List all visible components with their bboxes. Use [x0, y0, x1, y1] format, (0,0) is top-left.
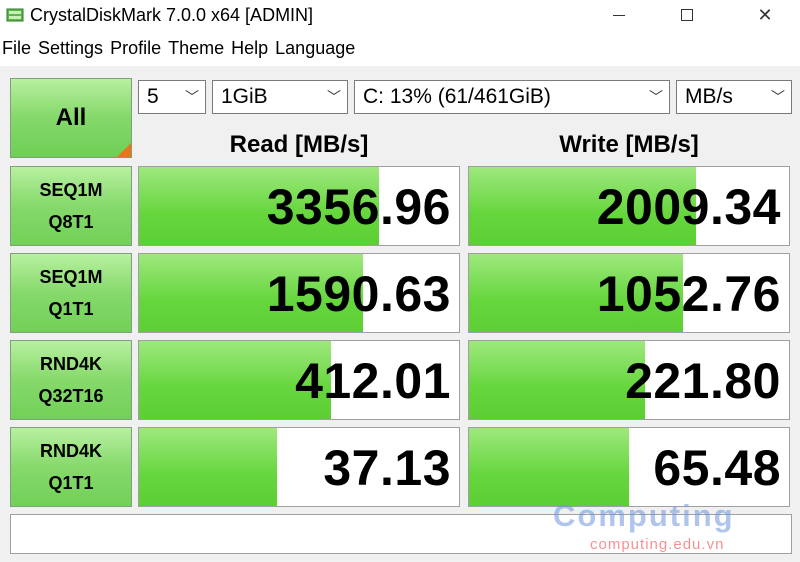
minimize-icon: [613, 14, 625, 16]
test-name: SEQ1M: [39, 267, 103, 287]
window-title: CrystalDiskMark 7.0.0 x64 [ADMIN]: [30, 5, 314, 25]
test-params: Q1T1: [48, 473, 94, 493]
test-button-rnd4k-q32t16[interactable]: RND4K Q32T16: [10, 340, 132, 420]
drive-value: C: 13% (61/461GiB): [363, 85, 551, 108]
test-count-value: 5: [147, 85, 159, 108]
chevron-down-icon: ﹀: [771, 89, 785, 105]
menu-theme[interactable]: Theme: [166, 34, 226, 62]
write-value: 2009.34: [596, 179, 781, 235]
menu-help[interactable]: Help: [229, 34, 270, 62]
minimize-button[interactable]: [596, 0, 642, 30]
read-result: 3356.96: [138, 166, 460, 246]
unit-value: MB/s: [685, 85, 733, 108]
all-button[interactable]: All: [10, 78, 132, 158]
watermark-url: computing.edu.vn: [590, 536, 725, 553]
drive-select[interactable]: C: 13% (61/461GiB) ﹀: [354, 80, 670, 114]
title-bar: CrystalDiskMark 7.0.0 x64 [ADMIN] ✕: [0, 0, 800, 32]
write-value: 65.48: [653, 440, 781, 496]
chevron-down-icon: ﹀: [185, 89, 199, 105]
test-size-select[interactable]: 1GiB ﹀: [212, 80, 348, 114]
read-result: 37.13: [138, 427, 460, 507]
test-params: Q32T16: [38, 386, 104, 406]
write-result: 2009.34: [468, 166, 790, 246]
test-name: RND4K: [39, 354, 102, 374]
read-value: 1590.63: [266, 266, 451, 322]
all-button-label: All: [55, 104, 87, 131]
menu-language[interactable]: Language: [273, 34, 357, 62]
read-value: 412.01: [295, 353, 451, 409]
write-result: 1052.76: [468, 253, 790, 333]
test-size-value: 1GiB: [221, 85, 268, 108]
chevron-down-icon: ﹀: [649, 89, 663, 105]
read-column-header: Read [MB/s]: [229, 131, 369, 158]
write-value: 1052.76: [596, 266, 781, 322]
read-value: 3356.96: [266, 179, 451, 235]
maximize-button[interactable]: [664, 0, 710, 30]
write-bar: [469, 341, 645, 419]
test-params: Q8T1: [48, 212, 94, 232]
test-button-seq1m-q1t1[interactable]: SEQ1M Q1T1: [10, 253, 132, 333]
disk-icon: [6, 8, 24, 22]
menu-bar: File Settings Profile Theme Help Languag…: [0, 34, 360, 62]
close-icon: ✕: [757, 4, 773, 25]
corner-marker: [117, 143, 131, 157]
test-count-select[interactable]: 5 ﹀: [138, 80, 206, 114]
watermark-logo: Computing: [553, 498, 735, 533]
read-bar: [139, 428, 277, 506]
chevron-down-icon: ﹀: [327, 89, 341, 105]
read-value: 37.13: [323, 440, 451, 496]
read-result: 1590.63: [138, 253, 460, 333]
test-button-seq1m-q8t1[interactable]: SEQ1M Q8T1: [10, 166, 132, 246]
write-value: 221.80: [625, 353, 781, 409]
write-bar: [469, 428, 629, 506]
test-name: RND4K: [39, 441, 102, 461]
maximize-icon: [681, 9, 693, 21]
write-result: 221.80: [468, 340, 790, 420]
read-result: 412.01: [138, 340, 460, 420]
test-params: Q1T1: [48, 299, 94, 319]
menu-settings[interactable]: Settings: [36, 34, 105, 62]
test-name: SEQ1M: [39, 180, 103, 200]
menu-profile[interactable]: Profile: [108, 34, 163, 62]
write-result: 65.48: [468, 427, 790, 507]
menu-file[interactable]: File: [0, 34, 33, 62]
close-button[interactable]: ✕: [742, 0, 788, 30]
unit-select[interactable]: MB/s ﹀: [676, 80, 792, 114]
test-button-rnd4k-q1t1[interactable]: RND4K Q1T1: [10, 427, 132, 507]
write-column-header: Write [MB/s]: [559, 131, 699, 158]
